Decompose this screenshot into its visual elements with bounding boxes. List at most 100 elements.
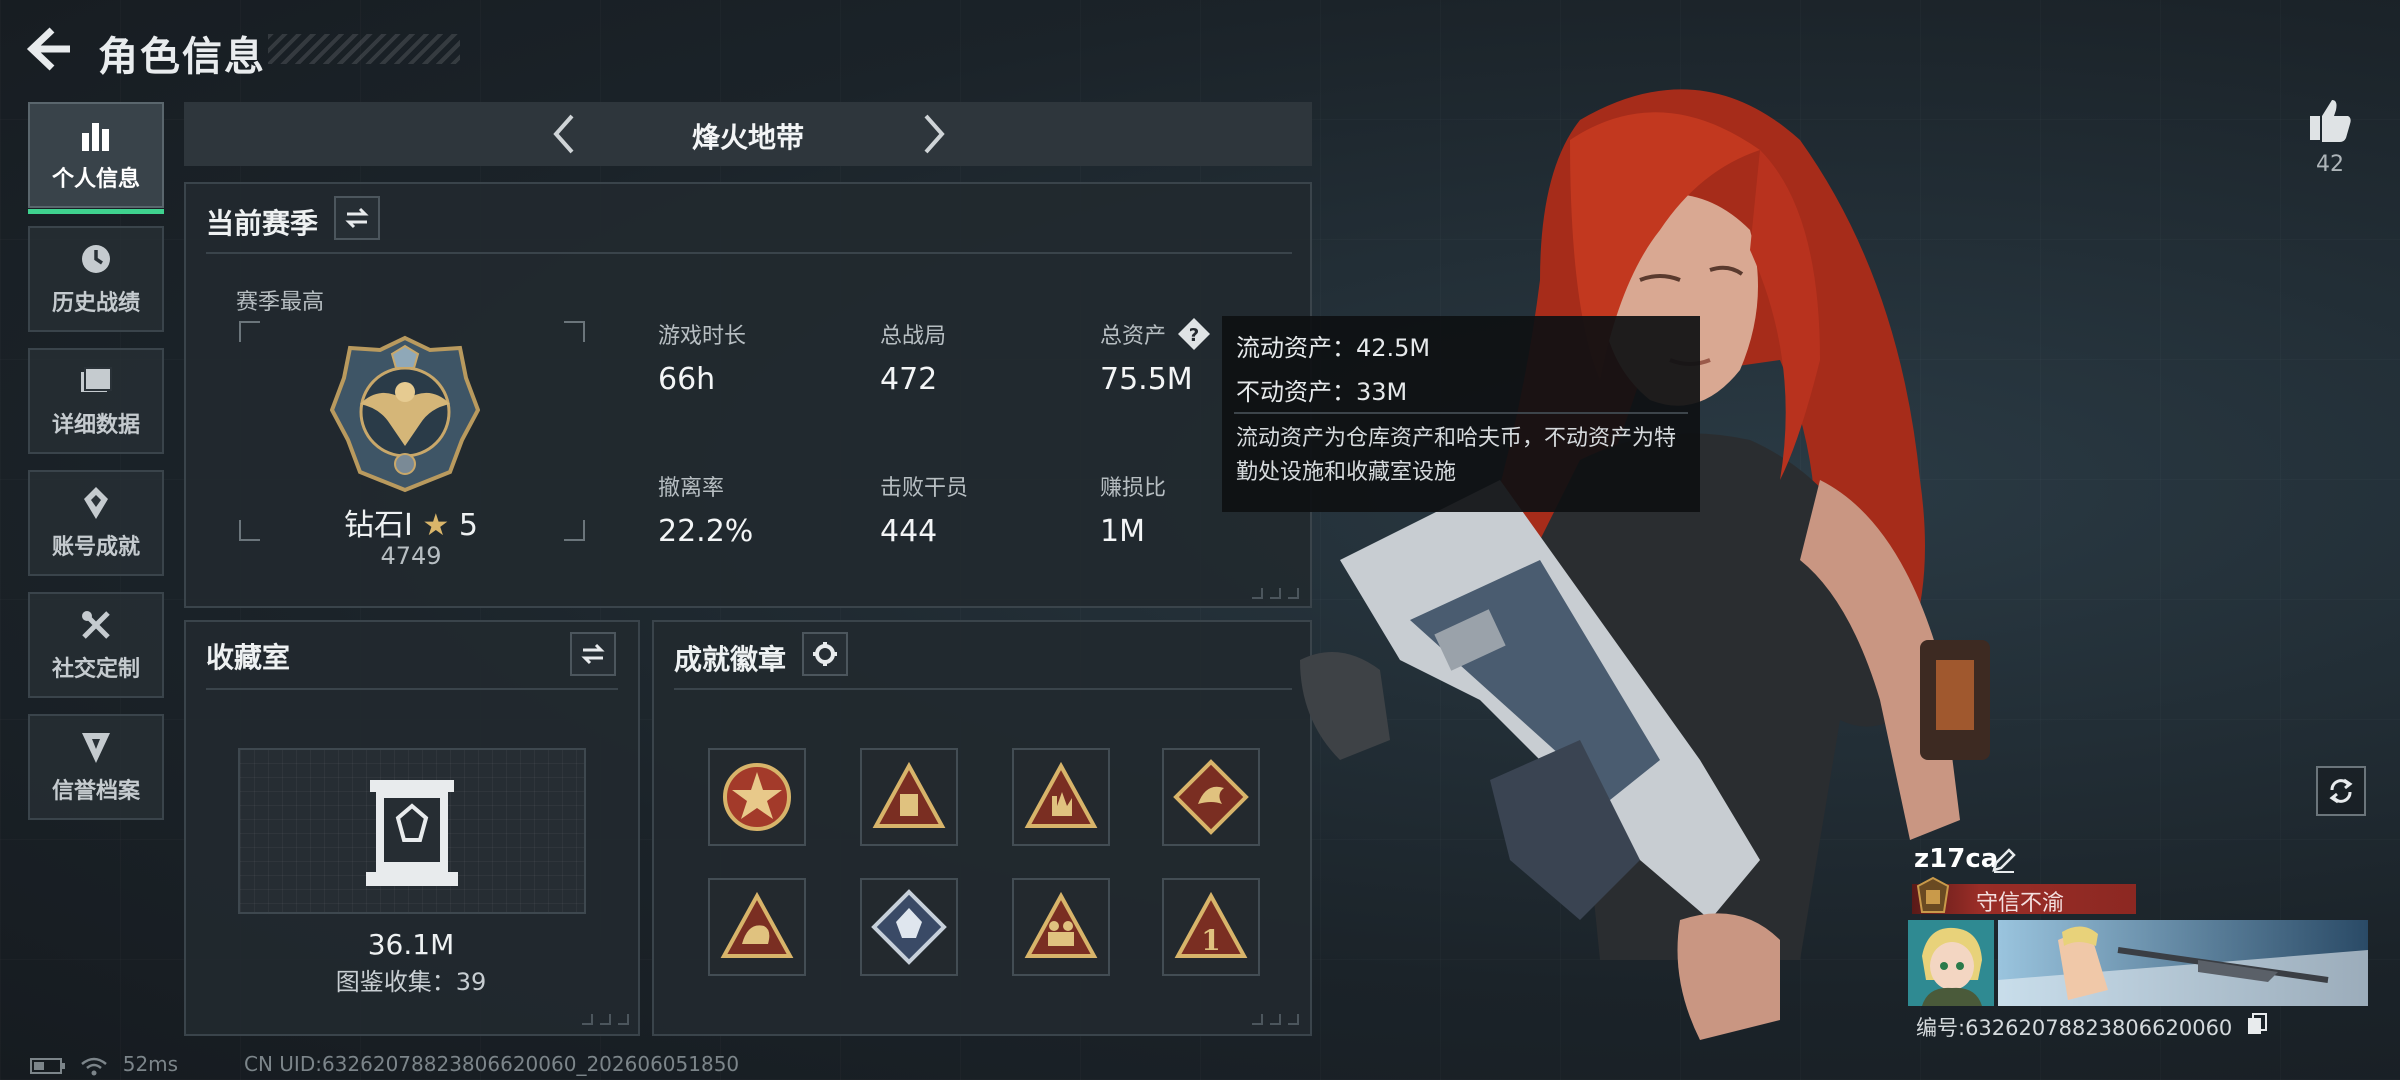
- rank-name: 钻石I ★ 5: [236, 500, 586, 544]
- gear-icon: [813, 642, 837, 666]
- star-emblem-icon: [723, 763, 791, 831]
- history-clock-icon: [78, 241, 114, 277]
- title-emblem-icon: [1916, 876, 1950, 913]
- stat-value: 66h: [658, 362, 716, 397]
- battery-icon: [30, 1057, 65, 1074]
- status-bar: 52ms: [30, 1052, 178, 1076]
- credit-shield-icon: [78, 729, 114, 765]
- badge-star-emblem[interactable]: [708, 748, 806, 846]
- swap-icon: [581, 643, 605, 665]
- season-best-label: 赛季最高: [236, 290, 325, 315]
- switch-collection-button[interactable]: [570, 632, 616, 676]
- player-banner: [1998, 920, 2368, 1006]
- tooltip-description: 流动资产为仓库资产和哈夫币，不动资产为特勤处设施和收藏室设施: [1236, 426, 1677, 485]
- copy-uid-button[interactable]: [2246, 1012, 2268, 1036]
- collection-count: 图鉴收集：39: [335, 968, 487, 996]
- player-name: z17ca: [1914, 844, 1999, 874]
- player-title-text: 守信不渝: [1976, 891, 2065, 916]
- badge-supply[interactable]: [860, 748, 958, 846]
- stat-label: 击败干员: [880, 476, 969, 501]
- folder-icon: [78, 363, 114, 399]
- badges-title: 成就徽章: [674, 643, 787, 676]
- nav-item-personal-info[interactable]: 个人信息: [28, 102, 164, 214]
- page-title: 角色信息: [98, 34, 266, 80]
- switch-season-button[interactable]: [334, 196, 380, 240]
- stat-value: 75.5M: [1100, 362, 1193, 397]
- diamond-rank-emblem-icon: [330, 335, 480, 493]
- corner-decoration: [582, 1014, 629, 1025]
- badge-settings-button[interactable]: [802, 632, 848, 676]
- stat-value: 22.2%: [658, 514, 754, 549]
- edit-name-button[interactable]: [1990, 846, 2018, 874]
- divider: [674, 688, 1292, 690]
- badge-crystal[interactable]: [860, 878, 958, 976]
- triangle-number-one-icon: 1: [1174, 891, 1248, 958]
- nav-item-credit[interactable]: 信誉档案: [28, 714, 164, 820]
- badge-fist[interactable]: [708, 878, 806, 976]
- rank-score: 4749: [380, 542, 442, 570]
- collection-value: 36.1M: [367, 928, 455, 961]
- tooltip-divider: [1234, 412, 1688, 414]
- nav-label: 个人信息: [51, 167, 140, 192]
- copy-icon: [2248, 1013, 2267, 1034]
- like-count: 42: [2316, 152, 2344, 177]
- triangle-hand-icon: [1024, 761, 1098, 828]
- refresh-icon: [2329, 778, 2353, 804]
- player-uid: 编号:63262078823806620060: [1916, 1016, 2233, 1040]
- rank-tier: 钻石I: [344, 508, 413, 543]
- next-mode-button[interactable]: [906, 108, 958, 160]
- stat-profit-ratio: 赚损比 1M: [1100, 470, 1166, 549]
- mode-selector: 烽火地带: [184, 102, 1312, 166]
- stat-label: 游戏时长: [658, 324, 747, 349]
- tools-icon: [78, 607, 114, 643]
- pencil-icon: [1992, 848, 2016, 873]
- collection-room-preview[interactable]: [238, 748, 586, 914]
- nav-item-achievements[interactable]: 账号成就: [28, 470, 164, 576]
- back-arrow-icon: [26, 27, 70, 71]
- nav-label: 账号成就: [51, 535, 140, 560]
- badge-dragon[interactable]: [1162, 748, 1260, 846]
- nav-label: 详细数据: [51, 413, 140, 438]
- star-icon: ★: [422, 508, 450, 543]
- bar-chart-icon: [78, 117, 114, 153]
- nav-label: 历史战绩: [51, 291, 140, 316]
- nav-item-history[interactable]: 历史战绩: [28, 226, 164, 332]
- nav-item-social[interactable]: 社交定制: [28, 592, 164, 698]
- triangle-soldiers-icon: [1024, 891, 1098, 958]
- triangle-fist-icon: [720, 891, 794, 958]
- back-button[interactable]: [26, 26, 76, 72]
- stat-label: 总战局: [880, 324, 947, 349]
- stat-label: 赚损比: [1100, 476, 1167, 501]
- footer-uid: CN UID:63262078823806620060_202606051850: [244, 1052, 740, 1076]
- player-avatar[interactable]: [1908, 920, 1994, 1006]
- chevron-right-icon: [924, 114, 945, 154]
- title-decoration: [268, 34, 460, 64]
- assets-tooltip: 流动资产：42.5M 不动资产：33M 流动资产为仓库资产和哈夫币，不动资产为特…: [1222, 316, 1700, 512]
- nav-label: 社交定制: [51, 657, 140, 682]
- collection-room-title: 收藏室: [206, 641, 291, 674]
- stat-value: 472: [880, 362, 938, 397]
- stat-play-time: 游戏时长 66h: [658, 318, 746, 397]
- stat-kills: 击败干员 444: [880, 470, 968, 549]
- svg-text:?: ?: [1189, 325, 1199, 346]
- nav-label: 信誉档案: [51, 779, 140, 804]
- badge-hand[interactable]: [1012, 748, 1110, 846]
- rank-stars: 5: [458, 508, 478, 543]
- badge-number-one[interactable]: 1: [1162, 878, 1260, 976]
- achievement-icon: [78, 485, 114, 521]
- rotate-model-button[interactable]: [2316, 766, 2366, 816]
- tooltip-fixed-assets: 不动资产：33M: [1236, 378, 1408, 406]
- mode-title: 烽火地带: [691, 121, 804, 154]
- badge-soldiers[interactable]: [1012, 878, 1110, 976]
- vault-display-icon: [366, 780, 458, 886]
- svg-text:1: 1: [1201, 924, 1220, 957]
- ping: 52ms: [122, 1052, 179, 1076]
- nav-item-detailed-data[interactable]: 详细数据: [28, 348, 164, 454]
- like-button[interactable]: 42: [2300, 96, 2360, 186]
- swap-icon: [345, 207, 369, 229]
- help-icon[interactable]: ?: [1176, 316, 1212, 352]
- diamond-crystal-icon: [871, 889, 947, 965]
- diamond-dragon-icon: [1173, 759, 1249, 835]
- stat-extract-rate: 撤离率 22.2%: [658, 470, 753, 549]
- triangle-supply-icon: [872, 761, 946, 828]
